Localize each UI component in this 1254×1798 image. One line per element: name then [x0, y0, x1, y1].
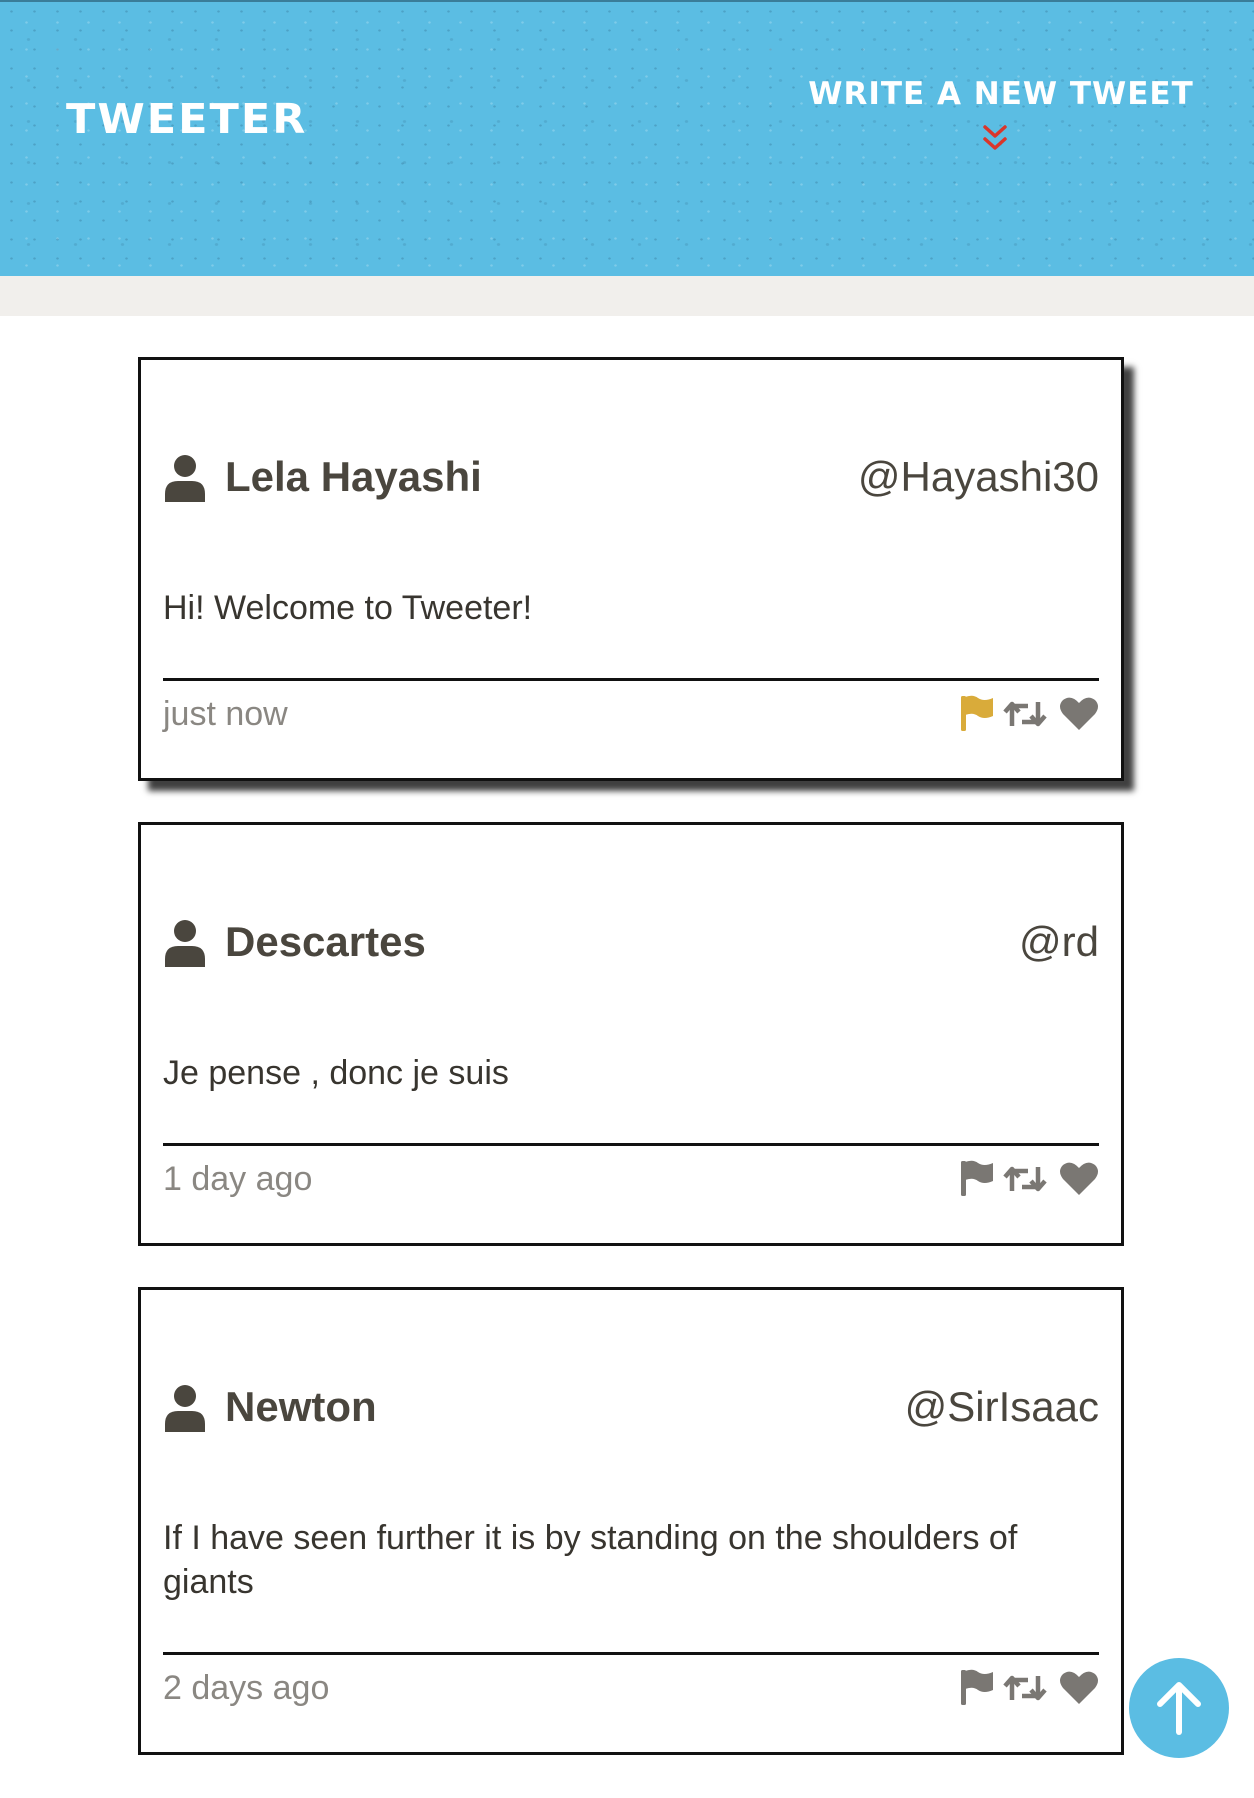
- display-name: Descartes: [225, 918, 426, 965]
- user-avatar-icon: [165, 920, 205, 967]
- write-new-tweet-toggle[interactable]: Write a new tweet: [808, 74, 1202, 184]
- display-name: Newton: [225, 1383, 377, 1430]
- tweet-header: Descartes @rd: [163, 913, 1099, 973]
- heart-icon[interactable]: [1059, 696, 1099, 732]
- retweet-icon[interactable]: [1003, 698, 1047, 730]
- tweet-card[interactable]: Newton @SirIsaac If I have seen further …: [138, 1287, 1124, 1755]
- heart-icon[interactable]: [1059, 1670, 1099, 1706]
- retweet-icon[interactable]: [1003, 1163, 1047, 1195]
- tweet-actions: [959, 1159, 1099, 1199]
- tweet-divider: [163, 1143, 1099, 1146]
- scroll-to-top-button[interactable]: [1129, 1658, 1229, 1758]
- write-new-tweet-label[interactable]: Write a new tweet: [800, 74, 1202, 114]
- heart-icon[interactable]: [1059, 1161, 1099, 1197]
- page: Tweeter Write a new tweet Lela Hayashi @…: [0, 0, 1254, 1798]
- user-handle: @Hayashi30: [857, 453, 1099, 500]
- tweet-text: Hi! Welcome to Tweeter!: [163, 589, 533, 627]
- tweet-timestamp: just now: [163, 695, 288, 733]
- tweet-card[interactable]: Lela Hayashi @Hayashi30 Hi! Welcome to T…: [138, 357, 1124, 781]
- top-navbar: Tweeter Write a new tweet: [0, 0, 1254, 276]
- tweet-header: Lela Hayashi @Hayashi30: [163, 448, 1099, 508]
- display-name: Lela Hayashi: [225, 453, 482, 500]
- tweet-text: If I have seen further it is by standing…: [163, 1519, 1018, 1601]
- header-separator-band: [0, 276, 1254, 316]
- user-avatar-icon: [165, 455, 205, 502]
- flag-icon[interactable]: [959, 1668, 995, 1706]
- arrow-up-icon: [1157, 1682, 1201, 1735]
- tweet-actions: [959, 694, 1099, 734]
- user-handle: @rd: [1019, 918, 1099, 965]
- tweet-header: Newton @SirIsaac: [163, 1378, 1099, 1438]
- app-logo[interactable]: Tweeter: [66, 96, 307, 144]
- tweet-card[interactable]: Descartes @rd Je pense , donc je suis 1 …: [138, 822, 1124, 1246]
- flag-icon[interactable]: [959, 1159, 995, 1197]
- tweet-timestamp: 1 day ago: [163, 1160, 313, 1198]
- user-handle: @SirIsaac: [904, 1383, 1099, 1430]
- tweet-divider: [163, 678, 1099, 681]
- tweet-divider: [163, 1652, 1099, 1655]
- tweet-actions: [959, 1668, 1099, 1708]
- double-chevron-down-icon[interactable]: [978, 122, 1012, 156]
- retweet-icon[interactable]: [1003, 1672, 1047, 1704]
- user-avatar-icon: [165, 1385, 205, 1432]
- tweet-feed: Lela Hayashi @Hayashi30 Hi! Welcome to T…: [0, 316, 1254, 1798]
- tweet-timestamp: 2 days ago: [163, 1669, 330, 1707]
- tweet-text: Je pense , donc je suis: [163, 1054, 509, 1092]
- flag-icon[interactable]: [959, 694, 995, 732]
